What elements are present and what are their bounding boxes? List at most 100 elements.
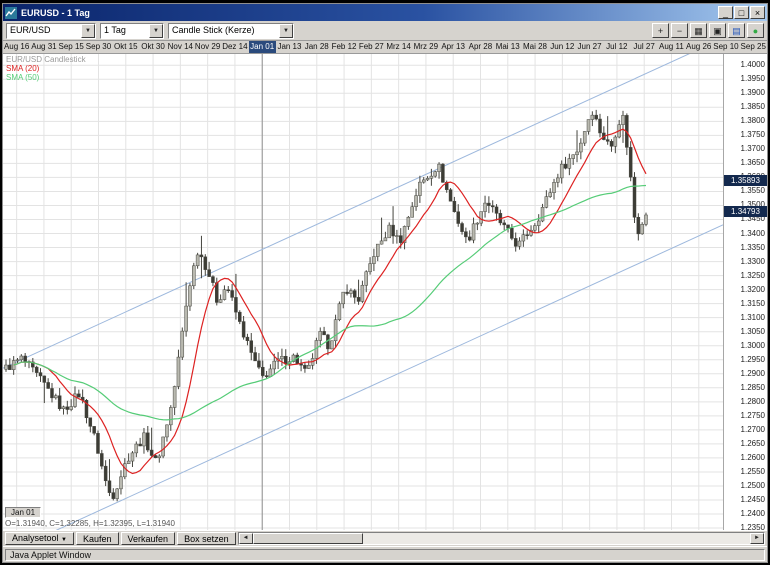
date-label: Jan 01 [249, 41, 276, 53]
app-window: EURUSD - 1 Tag _ □ × EUR/USD ▼ 1 Tag ▼ C… [2, 3, 768, 563]
price-tick: 1.3250 [741, 272, 765, 280]
price-tick: 1.2750 [741, 412, 765, 420]
scrollbar-thumb[interactable] [253, 533, 363, 544]
date-label: Apr 13 [440, 41, 467, 53]
price-tick: 1.2600 [741, 454, 765, 462]
chart-grid-icon[interactable]: ▦ [690, 23, 707, 38]
buy-button[interactable]: Kaufen [76, 532, 119, 545]
title-bar: EURUSD - 1 Tag _ □ × [3, 4, 767, 21]
date-label: Jul 27 [630, 41, 657, 53]
price-tick: 1.2450 [741, 496, 765, 504]
maximize-button[interactable]: □ [734, 6, 749, 19]
chart-legend: EUR/USD Candlestick SMA (20) SMA (50) [6, 55, 86, 82]
price-tick: 1.2900 [741, 370, 765, 378]
crosshair-icon[interactable]: + [652, 23, 669, 38]
period-select[interactable]: 1 Tag ▼ [100, 23, 164, 39]
date-label: Mai 28 [521, 41, 548, 53]
price-tick: 1.3750 [741, 131, 765, 139]
date-label: Aug 26 [685, 41, 712, 53]
chart-info-overlay: Jan 01 O=1.31940, C=1.32285, H=1.32395, … [5, 507, 175, 528]
analysetool-button[interactable]: Analysetool ▼ [5, 532, 74, 545]
chevron-down-icon[interactable]: ▼ [149, 24, 163, 38]
date-label: Feb 27 [358, 41, 385, 53]
app-icon [5, 7, 17, 19]
zoom-out-icon[interactable]: − [671, 23, 688, 38]
window-title: EURUSD - 1 Tag [21, 8, 717, 18]
legend-series-label: EUR/USD Candlestick [6, 55, 86, 64]
print-icon[interactable]: ▣ [709, 23, 726, 38]
price-tick: 1.2950 [741, 356, 765, 364]
price-tick: 1.3000 [741, 342, 765, 350]
price-tick: 1.2500 [741, 482, 765, 490]
price-tick: 1.2700 [741, 426, 765, 434]
scroll-right-icon[interactable]: ► [750, 533, 764, 544]
date-label: Sep 10 [712, 41, 739, 53]
price-highlight-badge: 1.35893 [724, 175, 767, 186]
price-tick: 1.3150 [741, 300, 765, 308]
set-box-button[interactable]: Box setzen [177, 532, 236, 545]
scrollbar-track[interactable] [363, 533, 750, 544]
chevron-down-icon: ▼ [61, 537, 67, 543]
price-tick: 1.3350 [741, 244, 765, 252]
minimize-button[interactable]: _ [718, 6, 733, 19]
date-label: Jun 12 [549, 41, 576, 53]
price-tick: 1.2400 [741, 510, 765, 518]
settings-icon[interactable]: ▤ [728, 23, 745, 38]
period-select-value: 1 Tag [101, 24, 149, 38]
info-date-box: Jan 01 [5, 507, 41, 518]
chart-area[interactable]: EUR/USD Candlestick SMA (20) SMA (50) Ja… [3, 54, 723, 530]
analysetool-label: Analysetool [12, 533, 59, 543]
legend-sma-fast-label: SMA (20) [6, 64, 86, 73]
sell-button[interactable]: Verkaufen [121, 532, 176, 545]
ohlc-readout: O=1.31940, C=1.32285, H=1.32395, L=1.319… [5, 519, 175, 528]
date-label: Nov 14 [167, 41, 194, 53]
bottom-toolbar: Analysetool ▼ Kaufen Verkaufen Box setze… [3, 530, 767, 546]
price-tick: 1.4000 [741, 61, 765, 69]
date-label: Mrz 14 [385, 41, 412, 53]
status-bar: Java Applet Window [3, 546, 767, 562]
price-tick: 1.3800 [741, 117, 765, 125]
chart-type-select-value: Candle Stick (Kerze) [169, 24, 279, 38]
price-tick: 1.2350 [741, 524, 765, 530]
price-tick: 1.2850 [741, 384, 765, 392]
help-icon[interactable]: ● [747, 23, 764, 38]
price-tick: 1.2550 [741, 468, 765, 476]
chevron-down-icon[interactable]: ▼ [279, 24, 293, 38]
price-tick: 1.3950 [741, 75, 765, 83]
chevron-down-icon[interactable]: ▼ [81, 24, 95, 38]
price-tick: 1.3850 [741, 103, 765, 111]
toolbar-icon-group: +−▦▣▤● [652, 23, 764, 38]
chart-type-select[interactable]: Candle Stick (Kerze) ▼ [168, 23, 294, 39]
date-label: Nov 29 [194, 41, 221, 53]
date-label: Sep 25 [740, 41, 767, 53]
price-tick: 1.3100 [741, 314, 765, 322]
date-label: Sep 30 [85, 41, 112, 53]
date-label: Apr 28 [467, 41, 494, 53]
price-tick: 1.3200 [741, 286, 765, 294]
date-label: Jul 12 [603, 41, 630, 53]
date-label: Jan 13 [276, 41, 303, 53]
date-label: Sep 15 [58, 41, 85, 53]
price-tick: 1.3700 [741, 145, 765, 153]
price-highlight-badge: 1.34793 [724, 206, 767, 217]
price-tick: 1.2800 [741, 398, 765, 406]
price-tick: 1.3300 [741, 258, 765, 266]
price-tick: 1.3400 [741, 230, 765, 238]
date-axis: Aug 16Aug 31Sep 15Sep 30Okt 15Okt 30Nov … [3, 41, 767, 54]
price-tick: 1.3050 [741, 328, 765, 336]
chart-main-row: EUR/USD Candlestick SMA (20) SMA (50) Ja… [3, 54, 767, 530]
symbol-select[interactable]: EUR/USD ▼ [6, 23, 96, 39]
close-button[interactable]: × [750, 6, 765, 19]
symbol-select-value: EUR/USD [7, 24, 81, 38]
scroll-left-icon[interactable]: ◄ [239, 533, 253, 544]
date-label: Feb 12 [330, 41, 357, 53]
price-tick: 1.3900 [741, 89, 765, 97]
candlestick-chart[interactable] [3, 54, 723, 530]
horizontal-scrollbar[interactable]: ◄ ► [238, 532, 765, 545]
date-label: Jun 27 [576, 41, 603, 53]
chart-toolbar: EUR/USD ▼ 1 Tag ▼ Candle Stick (Kerze) ▼… [3, 21, 767, 41]
date-label: Okt 15 [112, 41, 139, 53]
date-label: Aug 11 [658, 41, 685, 53]
date-label: Mrz 29 [412, 41, 439, 53]
status-text: Java Applet Window [5, 549, 765, 561]
